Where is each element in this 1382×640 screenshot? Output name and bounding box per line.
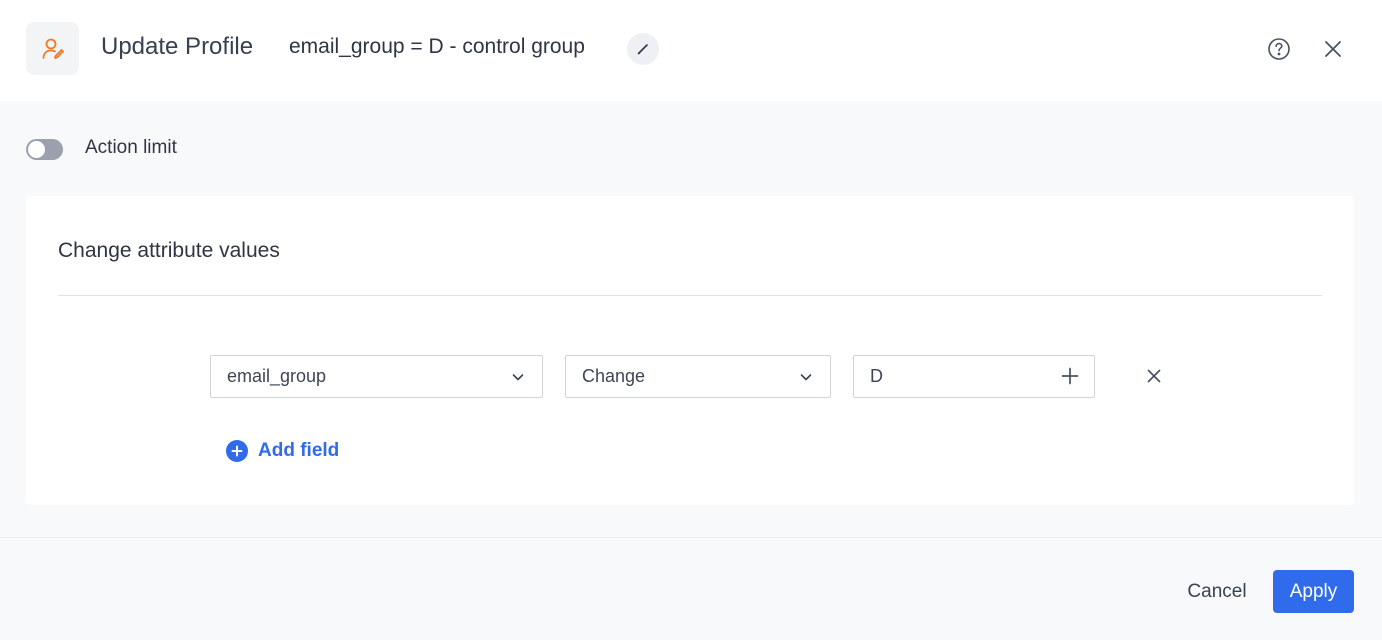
operation-select-value: Change <box>582 366 646 386</box>
operation-select[interactable]: Change <box>565 355 831 398</box>
toggle-knob <box>28 141 45 158</box>
remove-row-button[interactable] <box>1143 365 1165 387</box>
insert-value-button[interactable] <box>1060 366 1080 386</box>
action-limit-label: Action limit <box>85 137 177 158</box>
divider <box>58 295 1322 296</box>
add-field-button[interactable]: Add field <box>226 439 339 463</box>
attribute-select-value: email_group <box>227 366 327 386</box>
apply-button[interactable]: Apply <box>1273 570 1354 613</box>
value-input[interactable] <box>870 356 1040 397</box>
plus-circle-icon <box>226 440 248 462</box>
chevron-down-icon <box>800 374 812 381</box>
chevron-down-icon <box>512 374 524 381</box>
plus-icon <box>1061 367 1079 385</box>
close-icon <box>1325 41 1341 57</box>
footer-divider <box>0 537 1382 538</box>
step-name: email_group = D - control group <box>289 35 585 58</box>
dialog-header: Update Profile email_group = D - control… <box>0 0 1382 101</box>
attribute-select[interactable]: email_group <box>210 355 543 398</box>
close-button[interactable] <box>1319 35 1347 63</box>
help-icon <box>1268 38 1290 60</box>
cancel-button[interactable]: Cancel <box>1176 570 1258 613</box>
action-limit-toggle[interactable] <box>26 139 63 160</box>
add-field-label: Add field <box>258 440 340 461</box>
card-title: Change attribute values <box>58 239 280 262</box>
help-button[interactable] <box>1265 35 1293 63</box>
edit-name-button[interactable] <box>627 33 659 65</box>
attribute-values-card: Change attribute values email_group Chan… <box>26 196 1354 505</box>
dialog-title: Update Profile <box>101 33 254 60</box>
value-field <box>853 355 1095 398</box>
pencil-icon <box>637 44 648 55</box>
user-edit-icon <box>26 22 79 75</box>
close-icon <box>1147 369 1161 383</box>
